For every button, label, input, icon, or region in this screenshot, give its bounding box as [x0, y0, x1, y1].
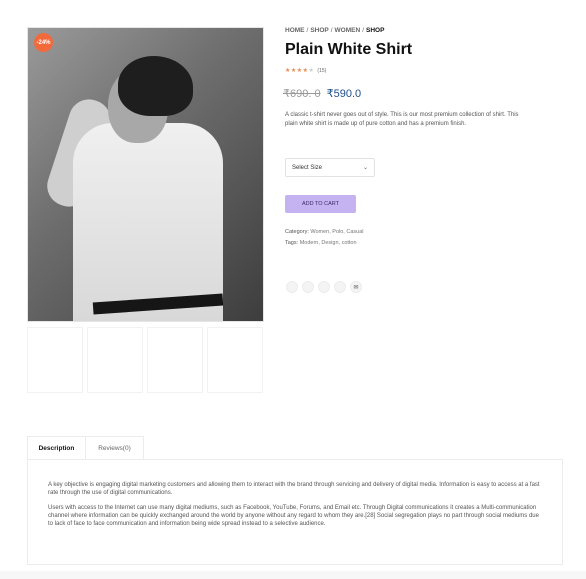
photo-shirt-shape: [73, 123, 223, 321]
price-block: ₹690. 0 ₹590.0: [283, 87, 361, 100]
tab-reviews[interactable]: Reviews(0): [86, 436, 144, 459]
thumbnail[interactable]: [207, 327, 263, 393]
add-to-cart-button[interactable]: ADD TO CART: [285, 195, 356, 213]
tag-links[interactable]: Modern, Design, cotton: [300, 240, 357, 246]
breadcrumb-separator: /: [306, 27, 309, 34]
facebook-icon[interactable]: [286, 281, 298, 293]
tags-label: Tags:: [285, 240, 299, 246]
description-paragraph: A key objective is engaging digital mark…: [48, 482, 540, 496]
breadcrumb-separator: /: [330, 27, 333, 34]
breadcrumb-home[interactable]: HOME: [285, 27, 305, 34]
product-rating[interactable]: ★★★★★ (15): [285, 67, 326, 75]
linkedin-icon[interactable]: [334, 281, 346, 293]
breadcrumb-women[interactable]: WOMEN: [335, 27, 361, 34]
product-tabs: Description Reviews(0): [27, 436, 144, 459]
product-main-image[interactable]: [27, 27, 264, 322]
category-links[interactable]: Women, Polo, Casual: [310, 229, 363, 235]
breadcrumb-current: SHOP: [366, 27, 385, 34]
product-title: Plain White Shirt: [285, 41, 413, 58]
review-count[interactable]: (15): [317, 68, 326, 74]
share-buttons: ✉: [286, 281, 362, 293]
photo-hair-shape: [118, 56, 193, 116]
breadcrumb-shop[interactable]: SHOP: [310, 27, 328, 34]
description-paragraph: Users with access to the Internet can us…: [48, 505, 539, 527]
category-label: Category:: [285, 229, 309, 235]
sale-price: ₹590.0: [326, 88, 362, 100]
product-short-description: A classic t-shirt never goes out of styl…: [285, 112, 519, 127]
page-footer-strip: [0, 571, 586, 579]
breadcrumb: HOME / SHOP / WOMEN / SHOP: [285, 27, 384, 34]
chevron-down-icon: ⌄: [362, 165, 368, 171]
star-rating-icon: ★★★★★: [285, 68, 315, 74]
thumbnail[interactable]: [147, 327, 203, 393]
size-select-value: Select Size: [292, 164, 323, 171]
product-tags: Tags: Modern, Design, cotton: [285, 240, 357, 246]
thumbnail[interactable]: [27, 327, 83, 393]
old-price: ₹690. 0: [283, 88, 321, 100]
pinterest-icon[interactable]: [318, 281, 330, 293]
breadcrumb-separator: /: [362, 27, 364, 34]
thumbnail-strip: [27, 327, 263, 393]
thumbnail[interactable]: [87, 327, 143, 393]
email-icon[interactable]: ✉: [350, 281, 362, 293]
product-category: Category: Women, Polo, Casual: [285, 229, 363, 235]
size-select[interactable]: Select Size ⌄: [285, 158, 375, 177]
sale-badge: -24%: [34, 33, 53, 52]
description-panel: A key objective is engaging digital mark…: [27, 459, 563, 565]
twitter-icon[interactable]: [302, 281, 314, 293]
tab-description[interactable]: Description: [27, 436, 86, 459]
